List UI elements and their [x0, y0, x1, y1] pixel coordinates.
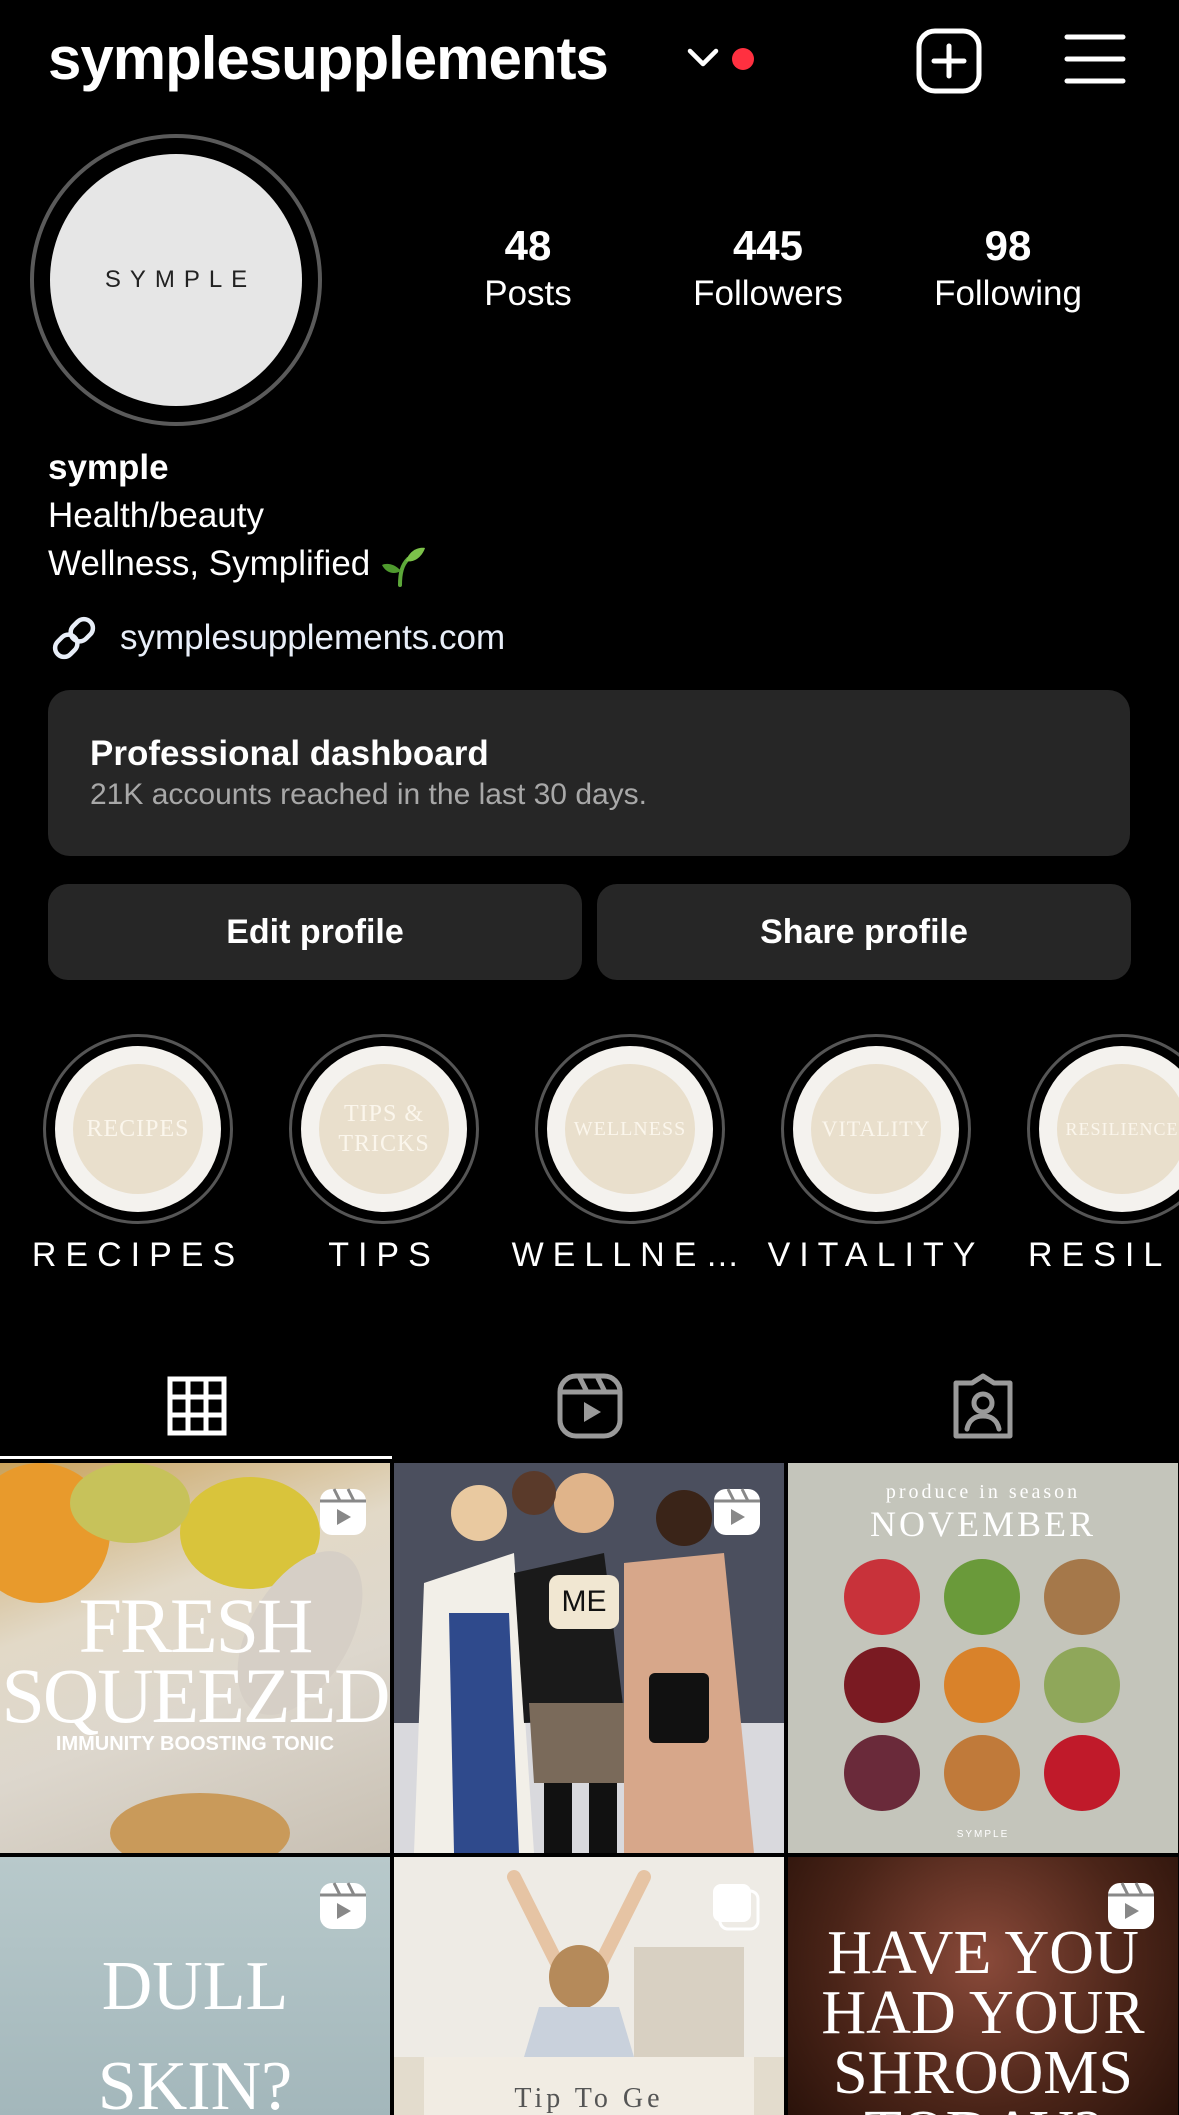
highlight-tips[interactable]: TIPS & TRICKS [289, 1034, 479, 1224]
bio-text: Wellness, Symplified [48, 544, 371, 583]
posts-count: 48 [504, 222, 552, 269]
reels-icon [557, 1373, 622, 1439]
post-subtitle: IMMUNITY BOOSTING TONIC [55, 1733, 335, 1755]
share-profile-button[interactable]: Share profile [597, 884, 1131, 980]
following-count: 98 [984, 222, 1032, 269]
post-dull-skin[interactable]: DULL SKIN? [0, 1857, 390, 2115]
tab-posts-grid[interactable] [0, 1354, 393, 1458]
following-label: Following [934, 274, 1082, 313]
notification-dot [732, 48, 754, 70]
reel-badge-icon [318, 1487, 368, 1542]
followers-label: Followers [693, 274, 843, 313]
plus-square-icon[interactable] [916, 28, 982, 94]
post-shrooms[interactable]: HAVE YOU HAD YOUR SHROOMS TODAY? [788, 1857, 1178, 2115]
highlight-recipes[interactable]: RECIPES [43, 1034, 233, 1224]
account-username[interactable]: symplesupplements [48, 24, 609, 93]
tab-tagged[interactable] [786, 1354, 1179, 1458]
chevron-down-icon[interactable] [686, 46, 720, 70]
profile-name: symple [48, 448, 169, 487]
avatar[interactable]: SYMPLE [50, 154, 302, 406]
stat-following[interactable]: 98 Following [888, 220, 1128, 316]
posts-label: Posts [484, 274, 572, 313]
post-meme[interactable]: ME [394, 1463, 784, 1853]
stat-followers[interactable]: 445 Followers [648, 220, 888, 316]
highlight-cover: VITALITY [811, 1064, 941, 1194]
post-caption-label: ME [549, 1575, 619, 1629]
grid-icon [167, 1376, 226, 1436]
profile-link-text[interactable]: symplesupplements.com [120, 618, 505, 658]
link-icon [52, 616, 96, 660]
carousel-badge-icon [710, 1881, 762, 1938]
highlight-resilience[interactable]: RESILIENCE [1027, 1034, 1179, 1224]
profile-link[interactable]: symplesupplements.com [48, 612, 505, 664]
highlight-label: RECIPES [31, 1236, 245, 1274]
highlight-label: TIPS [328, 1236, 440, 1274]
post-fresh-squeezed[interactable]: FRESH SQUEEZED IMMUNITY BOOSTING TONIC [0, 1463, 390, 1853]
highlight-cover: RECIPES [73, 1064, 203, 1194]
post-title: HAVE YOU HAD YOUR SHROOMS TODAY? [821, 1919, 1145, 2115]
highlight-cover: WELLNESS [565, 1064, 695, 1194]
highlight-label: RESIL [1028, 1236, 1172, 1274]
profile-category: Health/beauty [48, 496, 264, 535]
active-tab-indicator [0, 1456, 392, 1459]
post-tip[interactable]: Tip To Ge [394, 1857, 784, 2115]
post-title: DULL SKIN? [97, 1948, 293, 2115]
seedling-icon [382, 547, 426, 587]
post-brand: SYMPLE [956, 1829, 1010, 1840]
highlight-cover: TIPS & TRICKS [319, 1064, 449, 1194]
highlight-cover: RESILIENCE [1057, 1064, 1179, 1194]
reel-badge-icon [712, 1487, 762, 1542]
highlight-label: WELLNE… [511, 1236, 749, 1274]
top-bar: symplesupplements [0, 0, 1179, 120]
professional-dashboard[interactable]: Professional dashboard 21K accounts reac… [48, 690, 1130, 856]
dashboard-subtitle: 21K accounts reached in the last 30 days… [90, 778, 648, 811]
reel-badge-icon [318, 1881, 368, 1936]
tab-reels[interactable] [393, 1354, 786, 1458]
hamburger-menu-icon[interactable] [1064, 32, 1126, 86]
profile-bio: symple Health/beauty Wellness, Symplifie… [48, 444, 426, 588]
tagged-icon [953, 1373, 1012, 1439]
post-title: FRESH SQUEEZED [1, 1582, 390, 1739]
highlight-wellness[interactable]: WELLNESS [535, 1034, 725, 1224]
stat-posts[interactable]: 48 Posts [408, 220, 648, 316]
highlight-label: VITALITY [767, 1236, 985, 1274]
post-produce-november[interactable]: produce in season NOVEMBER SYMPLE [788, 1463, 1178, 1853]
followers-count: 445 [732, 222, 804, 269]
avatar-logo-text: SYMPLE [104, 266, 257, 293]
produce-circles [844, 1559, 1120, 1811]
post-title: Tip To Ge [514, 2083, 664, 2114]
dashboard-title: Professional dashboard [90, 734, 489, 773]
highlight-vitality[interactable]: VITALITY [781, 1034, 971, 1224]
edit-profile-button[interactable]: Edit profile [48, 884, 582, 980]
